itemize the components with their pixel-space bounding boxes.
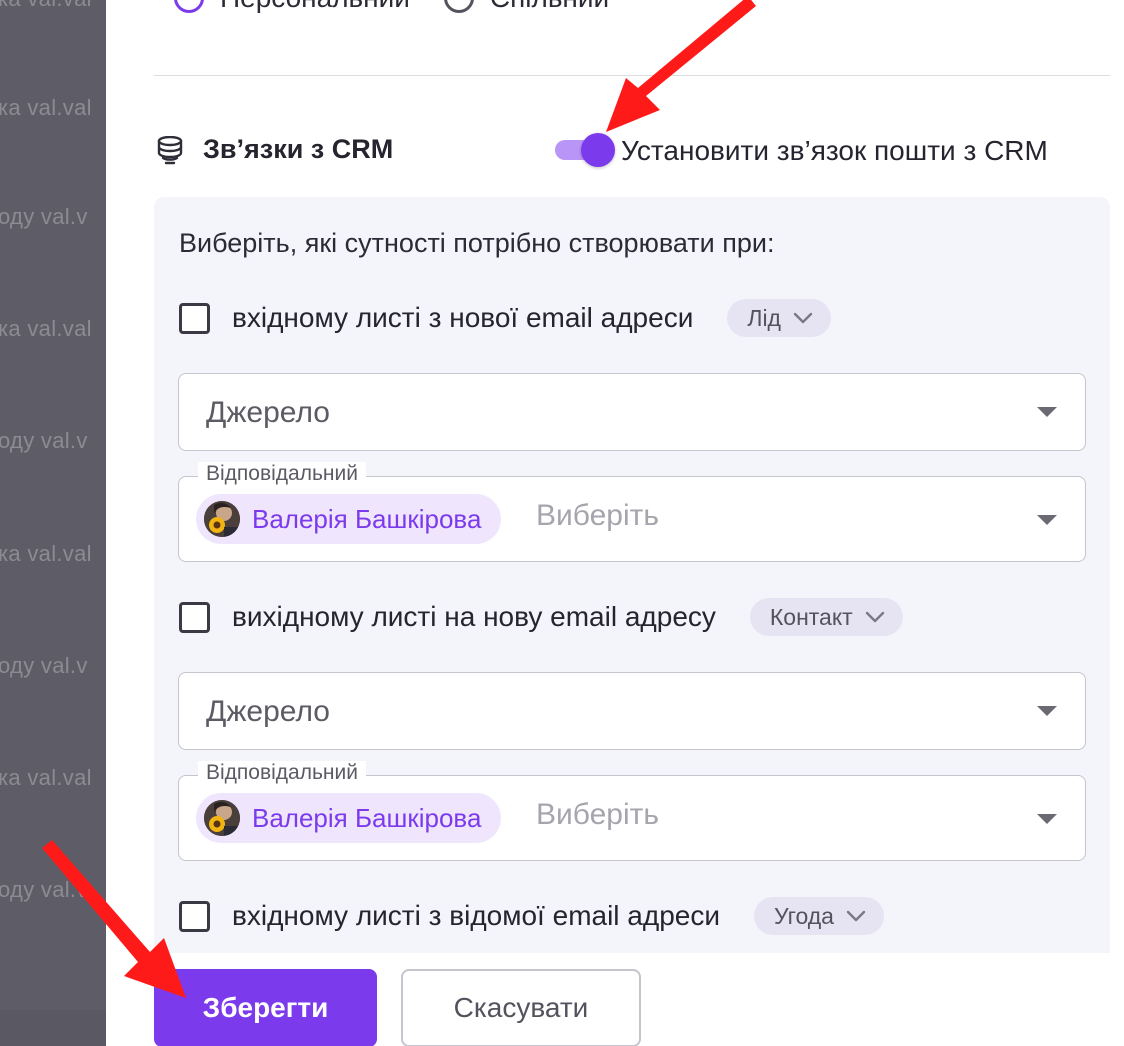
entity-type-value: Угода bbox=[774, 902, 834, 929]
rule-incoming-new-checkbox[interactable] bbox=[179, 302, 210, 334]
background-text: оду val.v bbox=[0, 877, 88, 902]
source-placeholder: Джерело bbox=[206, 695, 330, 728]
background-text: ка val.val bbox=[0, 0, 92, 12]
rule-outgoing-new-address: вихідному листі на нову email адресу Кон… bbox=[179, 597, 903, 637]
background-footer bbox=[0, 1010, 106, 1046]
source-select[interactable]: Джерело bbox=[178, 672, 1086, 750]
rule-label: вхідному листі з нової email адреси bbox=[232, 302, 694, 333]
chevron-down-icon bbox=[846, 910, 866, 922]
crm-link-toggle-label: Установити зв’язок пошти з CRM bbox=[621, 135, 1048, 166]
responsible-label: Відповідальний bbox=[198, 462, 366, 486]
background-text: оду val.v bbox=[0, 204, 88, 229]
responsible-label: Відповідальний bbox=[198, 761, 366, 785]
responsible-placeholder: Виберіть bbox=[536, 798, 660, 831]
crm-section-title: Зв’язки з CRM bbox=[203, 134, 394, 164]
section-divider bbox=[154, 75, 1110, 76]
chevron-down-icon bbox=[793, 312, 813, 324]
entity-type-select-contact[interactable]: Контакт bbox=[749, 598, 903, 636]
save-button[interactable]: Зберегти bbox=[154, 969, 377, 1046]
rule-incoming-known-checkbox[interactable] bbox=[179, 900, 210, 932]
toggle-knob bbox=[581, 133, 615, 167]
responsible-chip[interactable]: Валерія Башкірова bbox=[196, 494, 502, 544]
background-page-overlay: ка val.val ка val.val оду val.v ка val.v… bbox=[0, 0, 106, 1046]
background-text: ка val.val bbox=[0, 765, 92, 790]
source-placeholder: Джерело bbox=[206, 396, 330, 429]
entity-creation-heading: Виберіть, які сутності потрібно створюва… bbox=[179, 228, 775, 258]
responsible-select[interactable]: Відповідальний Валерія Башкірова Виберіт… bbox=[178, 761, 1086, 861]
mailbox-type-radio-group: Персональний Спільний bbox=[174, 0, 643, 14]
avatar bbox=[204, 800, 240, 836]
radio-personal[interactable] bbox=[174, 0, 204, 13]
background-text: оду val.v bbox=[0, 653, 88, 678]
database-icon bbox=[157, 136, 183, 165]
source-select[interactable]: Джерело bbox=[178, 373, 1086, 451]
entity-type-value: Лід bbox=[747, 304, 781, 331]
responsible-select[interactable]: Відповідальний Валерія Башкірова Виберіт… bbox=[178, 462, 1086, 562]
background-text: ка val.val bbox=[0, 316, 92, 341]
rule-incoming-new-address: вхідному листі з нової email адреси Лід bbox=[179, 298, 831, 338]
caret-down-icon bbox=[1037, 814, 1057, 824]
responsible-person: Валерія Башкірова bbox=[252, 802, 482, 833]
rule-outgoing-new-checkbox[interactable] bbox=[179, 601, 210, 633]
responsible-placeholder: Виберіть bbox=[536, 499, 660, 532]
rule-incoming-known-address: вхідному листі з відомої email адреси Уг… bbox=[179, 896, 884, 936]
radio-shared-label: Спільний bbox=[490, 0, 609, 14]
radio-shared[interactable] bbox=[443, 0, 474, 13]
responsible-chip[interactable]: Валерія Башкірова bbox=[196, 793, 502, 843]
caret-down-icon bbox=[1037, 706, 1057, 716]
responsible-person: Валерія Башкірова bbox=[252, 503, 482, 534]
caret-down-icon bbox=[1037, 407, 1057, 417]
entity-type-select-deal[interactable]: Угода bbox=[754, 897, 884, 935]
background-text: ка val.val bbox=[0, 541, 92, 566]
cancel-button[interactable]: Скасувати bbox=[401, 969, 641, 1046]
entity-type-select-lead[interactable]: Лід bbox=[727, 299, 831, 337]
avatar bbox=[204, 501, 240, 537]
caret-down-icon bbox=[1037, 515, 1057, 525]
entity-type-value: Контакт bbox=[769, 603, 853, 630]
rule-label: вихідному листі на нову email адресу bbox=[232, 601, 716, 632]
rule-label: вхідному листі з відомої email адреси bbox=[232, 900, 721, 931]
background-text: ка val.val bbox=[0, 95, 92, 120]
chevron-down-icon bbox=[865, 611, 884, 623]
radio-personal-label: Персональний bbox=[220, 0, 410, 14]
background-text: оду val.v bbox=[0, 428, 88, 453]
crm-link-toggle[interactable] bbox=[555, 133, 615, 167]
